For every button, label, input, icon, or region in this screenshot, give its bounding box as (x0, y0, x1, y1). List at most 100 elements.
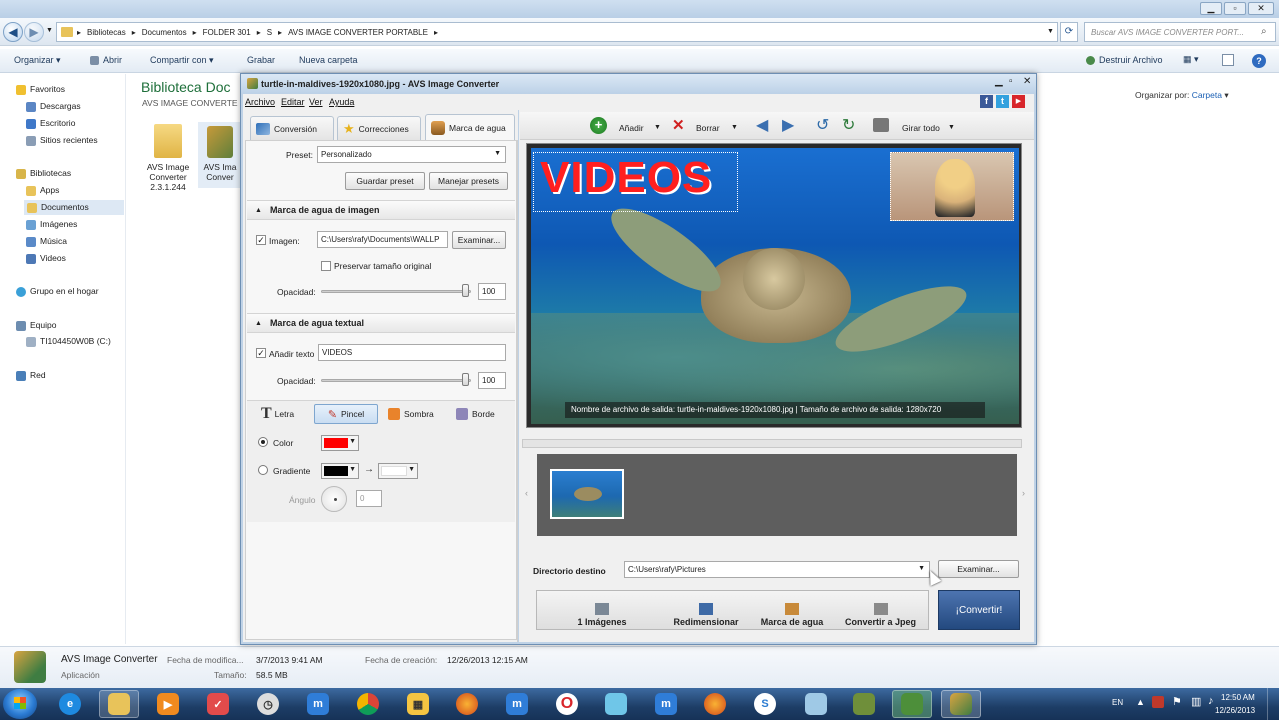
refresh-button[interactable]: ⟳ (1060, 22, 1078, 42)
facebook-icon[interactable]: f (980, 95, 993, 108)
text-opacity-slider[interactable] (321, 379, 471, 382)
image-checkbox[interactable]: ✓ (256, 235, 266, 245)
step-convert-jpeg[interactable]: Convertir a Jpeg (833, 591, 928, 629)
nav-documents[interactable]: Documentos (24, 200, 124, 215)
style-tab-shadow[interactable]: Sombra (388, 408, 434, 420)
taskbar-app12[interactable] (596, 690, 636, 718)
twitter-icon[interactable]: t (996, 95, 1009, 108)
address-field[interactable]: ▸ Bibliotecas ▸ Documentos ▸ FOLDER 301 ▸ S… (56, 22, 1058, 42)
text-watermark-header[interactable]: ▲ Marca de agua textual (247, 313, 515, 333)
forward-button[interactable]: ▶ (24, 22, 44, 42)
rotate-left-icon[interactable]: ↺ (816, 115, 829, 135)
style-tab-brush[interactable]: ✎ Pincel (314, 404, 378, 424)
image-opacity-input[interactable]: 100 (478, 283, 506, 300)
share-menu[interactable]: Compartir con ▾ (150, 55, 214, 66)
strip-right-arrow[interactable]: › (1022, 488, 1025, 498)
flag-icon[interactable]: ⚑ (1172, 695, 1182, 708)
image-path-input[interactable]: C:\Users\rafy\Documents\WALLP (317, 231, 448, 248)
taskbar-app16[interactable] (796, 690, 836, 718)
taskbar-app13[interactable]: m (646, 690, 686, 718)
image-opacity-slider[interactable] (321, 290, 471, 293)
language-indicator[interactable]: EN (1112, 698, 1123, 707)
taskbar-opera[interactable]: O (547, 690, 587, 718)
next-icon[interactable]: ▶ (782, 115, 794, 135)
gradient-radio[interactable] (258, 465, 268, 475)
taskbar-app18[interactable] (892, 690, 932, 718)
breadcrumb-item[interactable]: AVS IMAGE CONVERTER PORTABLE (288, 28, 428, 37)
breadcrumb-item[interactable]: S (267, 28, 272, 37)
close-button[interactable]: ✕ (1248, 2, 1274, 15)
keep-size-checkbox[interactable] (321, 261, 331, 271)
taskbar-app5[interactable]: ◷ (248, 690, 288, 718)
nav-homegroup[interactable]: Grupo en el hogar (16, 286, 99, 297)
nav-drive[interactable]: TI104450W0B (C:) (26, 336, 111, 347)
breadcrumb-item[interactable]: Bibliotecas (87, 28, 126, 37)
color-radio[interactable] (258, 437, 268, 447)
step-images[interactable]: 1 Imágenes (537, 591, 667, 629)
breadcrumb-item[interactable]: Documentos (142, 28, 187, 37)
help-button[interactable]: ? (1252, 54, 1266, 68)
image-opacity-thumb[interactable] (462, 284, 469, 297)
rotate-all-icon[interactable] (873, 118, 889, 132)
add-icon[interactable]: + (590, 117, 607, 134)
convert-button[interactable]: ¡Convertir! (938, 590, 1020, 630)
menu-archivo[interactable]: Archivo (245, 97, 275, 107)
minimize-button[interactable]: ▁ (1200, 2, 1222, 15)
add-text-checkbox[interactable]: ✓ (256, 348, 266, 358)
taskbar-firefox[interactable] (447, 690, 487, 718)
tab-corrections[interactable]: ★ Correcciones (337, 116, 421, 140)
taskbar-avs[interactable] (941, 690, 981, 718)
tab-watermark[interactable]: Marca de agua (425, 114, 515, 140)
open-button[interactable]: Abrir (90, 55, 122, 66)
tray-app-icon[interactable] (1152, 696, 1164, 708)
recent-pages-dropdown[interactable]: ▼ (46, 27, 53, 34)
file-item[interactable]: AVS Image Converter 2.3.1.244 (140, 120, 196, 192)
back-button[interactable]: ◀ (3, 22, 23, 42)
nav-network[interactable]: Red (16, 370, 46, 381)
color-picker[interactable]: ▼ (321, 435, 359, 451)
maximize-button[interactable]: ▫ (1224, 2, 1246, 15)
address-dropdown-icon[interactable]: ▼ (1047, 28, 1054, 35)
breadcrumb-item[interactable]: FOLDER 301 (203, 28, 251, 37)
delete-button[interactable]: Borrar (696, 123, 720, 133)
gradient-start-picker[interactable]: ▼ (321, 463, 359, 479)
delete-dropdown[interactable]: ▼ (731, 124, 738, 131)
nav-desktop[interactable]: Escritorio (26, 118, 75, 129)
watermark-text-input[interactable]: VIDEOS (318, 344, 506, 361)
clock-date[interactable]: 12/26/2013 (1215, 706, 1255, 715)
thumbnail-item[interactable] (550, 469, 624, 519)
step-resize[interactable]: Redimensionar (665, 591, 747, 629)
nav-recent[interactable]: Sitios recientes (26, 135, 98, 146)
rotate-right-icon[interactable]: ↻ (842, 115, 855, 135)
taskbar-chrome[interactable] (348, 690, 388, 718)
taskbar-app17[interactable] (844, 690, 884, 718)
menu-ayuda[interactable]: Ayuda (329, 97, 354, 107)
nav-libraries[interactable]: Bibliotecas (16, 168, 71, 179)
taskbar-app10[interactable]: m (497, 690, 537, 718)
text-opacity-thumb[interactable] (462, 373, 469, 386)
nav-images[interactable]: Imágenes (26, 219, 77, 230)
file-item[interactable]: AVS Ima Conver (198, 122, 242, 188)
network-status-icon[interactable]: ▥ (1191, 695, 1201, 708)
angle-input[interactable]: 0 (356, 490, 382, 507)
angle-dial[interactable] (321, 486, 347, 512)
youtube-icon[interactable]: ▶ (1012, 95, 1025, 108)
taskbar-app4[interactable]: ✓ (198, 690, 238, 718)
style-tab-border[interactable]: Borde (456, 408, 495, 420)
nav-videos[interactable]: Videos (26, 253, 66, 264)
app-maximize-button[interactable]: ▫ (1009, 76, 1013, 87)
image-watermark-box[interactable] (890, 152, 1014, 221)
preview-pane-button[interactable] (1222, 54, 1234, 66)
rotate-all-button[interactable]: Girar todo (902, 123, 940, 133)
taskbar-explorer[interactable] (99, 690, 139, 718)
menu-editar[interactable]: Editar (281, 97, 305, 107)
save-preset-button[interactable]: Guardar preset (345, 172, 425, 190)
text-watermark-box[interactable]: VIDEOS (533, 152, 738, 212)
taskbar-firefox2[interactable] (695, 690, 735, 718)
taskbar-app6[interactable]: m (298, 690, 338, 718)
nav-apps[interactable]: Apps (26, 185, 59, 196)
nav-computer[interactable]: Equipo (16, 320, 56, 331)
app-close-button[interactable]: ✕ (1023, 76, 1031, 87)
view-options-button[interactable]: ▦ ▾ (1183, 54, 1199, 65)
taskbar-app8[interactable]: ▦ (398, 690, 438, 718)
